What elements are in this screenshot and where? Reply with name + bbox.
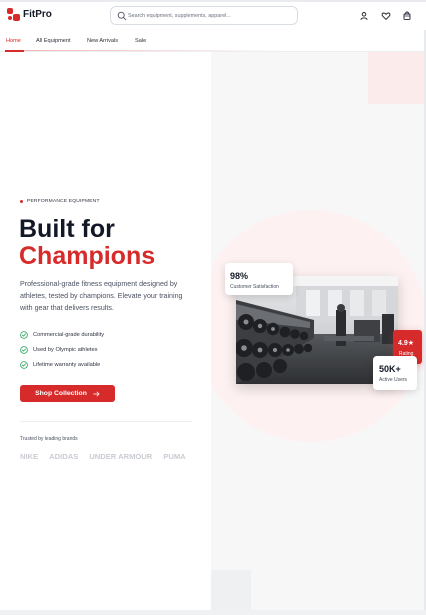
main-nav: Home All Equipment New Arrivals Sale	[0, 30, 426, 52]
hero-title-line1: Built for	[19, 215, 115, 243]
logo-icon	[7, 8, 20, 21]
shop-collection-button[interactable]: Shop Collection	[20, 385, 115, 402]
feature-list: Commercial-grade durability Used by Olym…	[20, 327, 104, 372]
decorative-block	[211, 570, 251, 610]
feature-text: Lifetime warranty available	[33, 361, 101, 368]
search-icon	[117, 11, 127, 21]
trusted-label: Trusted by leading brands	[20, 436, 78, 442]
divider	[20, 421, 192, 422]
logo-text: FitPro	[23, 9, 52, 20]
logo[interactable]: FitPro	[7, 8, 52, 21]
check-circle-icon	[20, 345, 28, 354]
nav-home[interactable]: Home	[6, 38, 21, 44]
nav-new-arrivals[interactable]: New Arrivals	[87, 38, 118, 44]
brand-logo-puma: PUMA	[163, 452, 186, 461]
heart-icon[interactable]	[381, 11, 391, 21]
active-users-card: 50K+ Active Users	[373, 356, 417, 390]
cart-icon[interactable]	[402, 11, 412, 21]
badge-text: PERFORMANCE EQUIPMENT	[27, 199, 100, 204]
brand-logo-under-armour: UNDER ARMOUR	[89, 452, 153, 461]
nav-accent-line	[24, 50, 284, 51]
badge-dot	[20, 200, 23, 203]
site-header: FitPro	[0, 2, 426, 30]
active-users-value: 50K+	[379, 364, 401, 374]
feature-item: Used by Olympic athletes	[20, 342, 104, 357]
hero-description: Professional-grade fitness equipment des…	[20, 280, 183, 312]
rating-value: 4.9★	[398, 340, 415, 347]
bottom-border	[0, 610, 426, 615]
feature-text: Commercial-grade durability	[33, 331, 105, 338]
check-circle-icon	[20, 330, 28, 339]
satisfaction-value: 98%	[230, 271, 249, 281]
feature-item: Lifetime warranty available	[20, 357, 104, 372]
satisfaction-label: Customer Satisfaction	[230, 284, 279, 290]
nav-active-indicator	[5, 50, 24, 52]
search-bar[interactable]	[110, 6, 298, 25]
nav-sale[interactable]: Sale	[135, 38, 146, 44]
brand-logo-nike: NIKE	[20, 452, 39, 461]
user-icon[interactable]	[359, 11, 369, 21]
arrow-right-icon	[92, 391, 100, 396]
satisfaction-card: 98% Customer Satisfaction	[225, 263, 293, 295]
check-circle-icon	[20, 360, 28, 369]
hero-badge: PERFORMANCE EQUIPMENT	[20, 199, 100, 204]
search-input[interactable]	[128, 9, 294, 22]
cta-label: Shop Collection	[35, 390, 87, 397]
brand-logo-adidas: ADIDAS	[49, 452, 79, 461]
decorative-block	[368, 52, 425, 104]
feature-text: Used by Olympic athletes	[33, 346, 98, 353]
brand-logos: NIKE ADIDAS UNDER ARMOUR PUMA	[20, 452, 197, 461]
nav-all-equipment[interactable]: All Equipment	[36, 38, 71, 44]
page: FitPro Home All Equipment New Arrivals S…	[0, 0, 426, 615]
active-users-label: Active Users	[379, 377, 408, 383]
hero-title-line2: Champions	[19, 242, 156, 270]
feature-item: Commercial-grade durability	[20, 327, 104, 342]
